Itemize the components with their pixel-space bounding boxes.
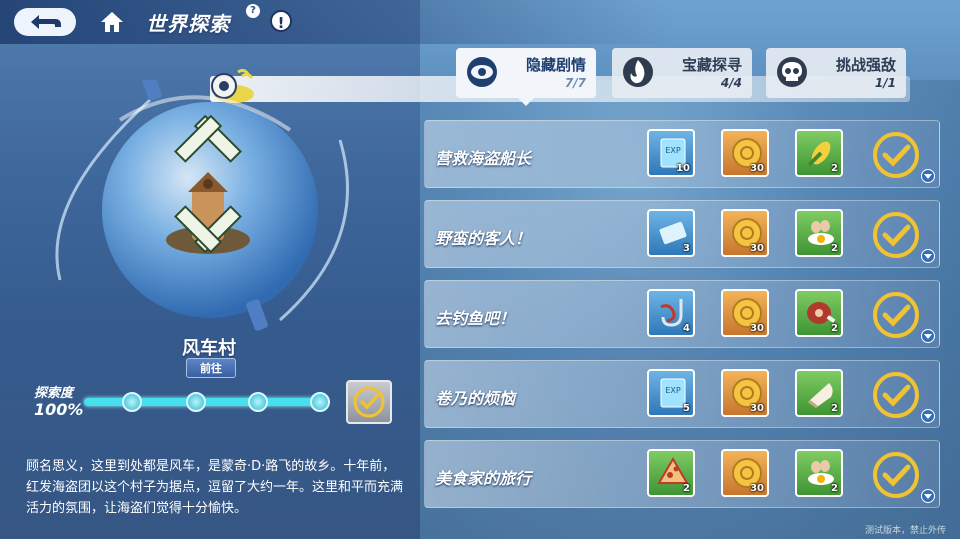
reward-ticket[interactable]: 3 xyxy=(647,209,695,257)
expand-icon[interactable] xyxy=(921,249,935,263)
reward-qty: 2 xyxy=(831,323,838,334)
quest-row[interactable]: 去钓鱼吧！ 4 30 2 xyxy=(424,280,940,348)
reward-qty: 2 xyxy=(831,483,838,494)
progress-node xyxy=(186,392,206,412)
reward-qty: 2 xyxy=(831,243,838,254)
quest-name: 卷乃的烦恼 xyxy=(435,389,516,408)
help-icon[interactable]: ? xyxy=(246,4,260,18)
reward-pizza[interactable]: 2 xyxy=(647,449,695,497)
progress-node xyxy=(248,392,268,412)
reward-claimed-check-icon xyxy=(353,386,385,418)
reward-gold-coin[interactable]: 30 xyxy=(721,129,769,177)
home-icon xyxy=(101,12,123,32)
svg-text:EXP: EXP xyxy=(665,386,681,395)
eye-icon xyxy=(467,57,497,87)
progress-node xyxy=(122,392,142,412)
reward-qty: 2 xyxy=(831,163,838,174)
reward-gold-coin[interactable]: 30 xyxy=(721,449,769,497)
reward-qty: 3 xyxy=(683,243,690,254)
tab-challenge-boss[interactable]: 挑战强敌 1/1 xyxy=(766,48,906,98)
quest-name: 美食家的旅行 xyxy=(435,469,532,488)
quest-row[interactable]: 美食家的旅行 2 30 2 xyxy=(424,440,940,508)
tab-label: 挑战强敌 xyxy=(835,56,896,74)
alert-icon[interactable]: ! xyxy=(270,10,292,32)
quest-row[interactable]: 卷乃的烦恼 EXP 5 30 2 xyxy=(424,360,940,428)
explore-reward-button[interactable] xyxy=(346,380,392,424)
quest-row[interactable]: 营救海盗船长 EXP 10 30 2 xyxy=(424,120,940,188)
tab-label: 宝藏探寻 xyxy=(681,56,742,74)
reward-exp-book[interactable]: EXP 5 xyxy=(647,369,695,417)
completed-check-icon[interactable] xyxy=(871,211,921,259)
quest-name: 去钓鱼吧！ xyxy=(435,309,516,328)
completed-check-icon[interactable] xyxy=(871,131,921,179)
reward-qty: 30 xyxy=(750,243,764,254)
expand-icon[interactable] xyxy=(921,169,935,183)
village-name: 风车村 xyxy=(182,338,236,359)
expand-icon[interactable] xyxy=(921,489,935,503)
reward-exp-book[interactable]: EXP 10 xyxy=(647,129,695,177)
reward-qty: 10 xyxy=(676,163,690,174)
tab-count: 4/4 xyxy=(720,76,742,90)
tab-label: 隐藏剧情 xyxy=(525,56,586,74)
reward-gold-coin[interactable]: 30 xyxy=(721,289,769,337)
reward-gold-coin[interactable]: 30 xyxy=(721,209,769,257)
reward-qty: 5 xyxy=(683,403,690,414)
tab-treasure-hunt[interactable]: 宝藏探寻 4/4 xyxy=(612,48,752,98)
reward-corn[interactable]: 2 xyxy=(795,129,843,177)
reward-qty: 2 xyxy=(683,483,690,494)
svg-text:EXP: EXP xyxy=(665,146,681,155)
tab-count: 7/7 xyxy=(564,76,586,90)
back-arrow-icon xyxy=(31,15,61,29)
quest-name: 野蛮的客人！ xyxy=(435,229,532,248)
completed-check-icon[interactable] xyxy=(871,371,921,419)
completed-check-icon[interactable] xyxy=(871,451,921,499)
back-button[interactable] xyxy=(14,8,76,36)
tab-count: 1/1 xyxy=(874,76,896,90)
village-globe[interactable] xyxy=(40,80,380,340)
expand-icon[interactable] xyxy=(921,409,935,423)
reward-egg[interactable]: 2 xyxy=(795,209,843,257)
reward-qty: 30 xyxy=(750,323,764,334)
goto-button[interactable]: 前往 xyxy=(186,358,236,378)
reward-gold-coin[interactable]: 30 xyxy=(721,369,769,417)
quest-name: 营救海盗船长 xyxy=(435,149,532,168)
reward-qty: 30 xyxy=(750,483,764,494)
watermark: 测试版本，禁止外传 xyxy=(864,526,946,536)
completed-check-icon[interactable] xyxy=(871,291,921,339)
village-description: 顾名思义，这里到处都是风车，是蒙奇·D·路飞的故乡。十年前，红发海盗团以这个村子… xyxy=(26,459,404,516)
explore-value: 100% xyxy=(34,400,84,419)
progress-node xyxy=(310,392,330,412)
reward-fishing-hook[interactable]: 4 xyxy=(647,289,695,337)
flame-icon xyxy=(623,57,653,87)
reward-qty: 30 xyxy=(750,403,764,414)
skull-icon xyxy=(777,57,807,87)
reward-flour[interactable]: 2 xyxy=(795,369,843,417)
reward-qty: 2 xyxy=(831,403,838,414)
reward-meat[interactable]: 2 xyxy=(795,289,843,337)
top-bar: 世界探索 ? ! xyxy=(0,0,960,44)
expand-icon[interactable] xyxy=(921,329,935,343)
quest-row[interactable]: 野蛮的客人！ 3 30 2 xyxy=(424,200,940,268)
explore-label: 探索度 xyxy=(34,386,74,401)
page-title: 世界探索 xyxy=(146,12,230,36)
tab-hidden-story[interactable]: 隐藏剧情 7/7 xyxy=(456,48,596,106)
home-button[interactable] xyxy=(98,8,126,36)
reward-qty: 4 xyxy=(683,323,690,334)
reward-egg[interactable]: 2 xyxy=(795,449,843,497)
reward-qty: 30 xyxy=(750,163,764,174)
